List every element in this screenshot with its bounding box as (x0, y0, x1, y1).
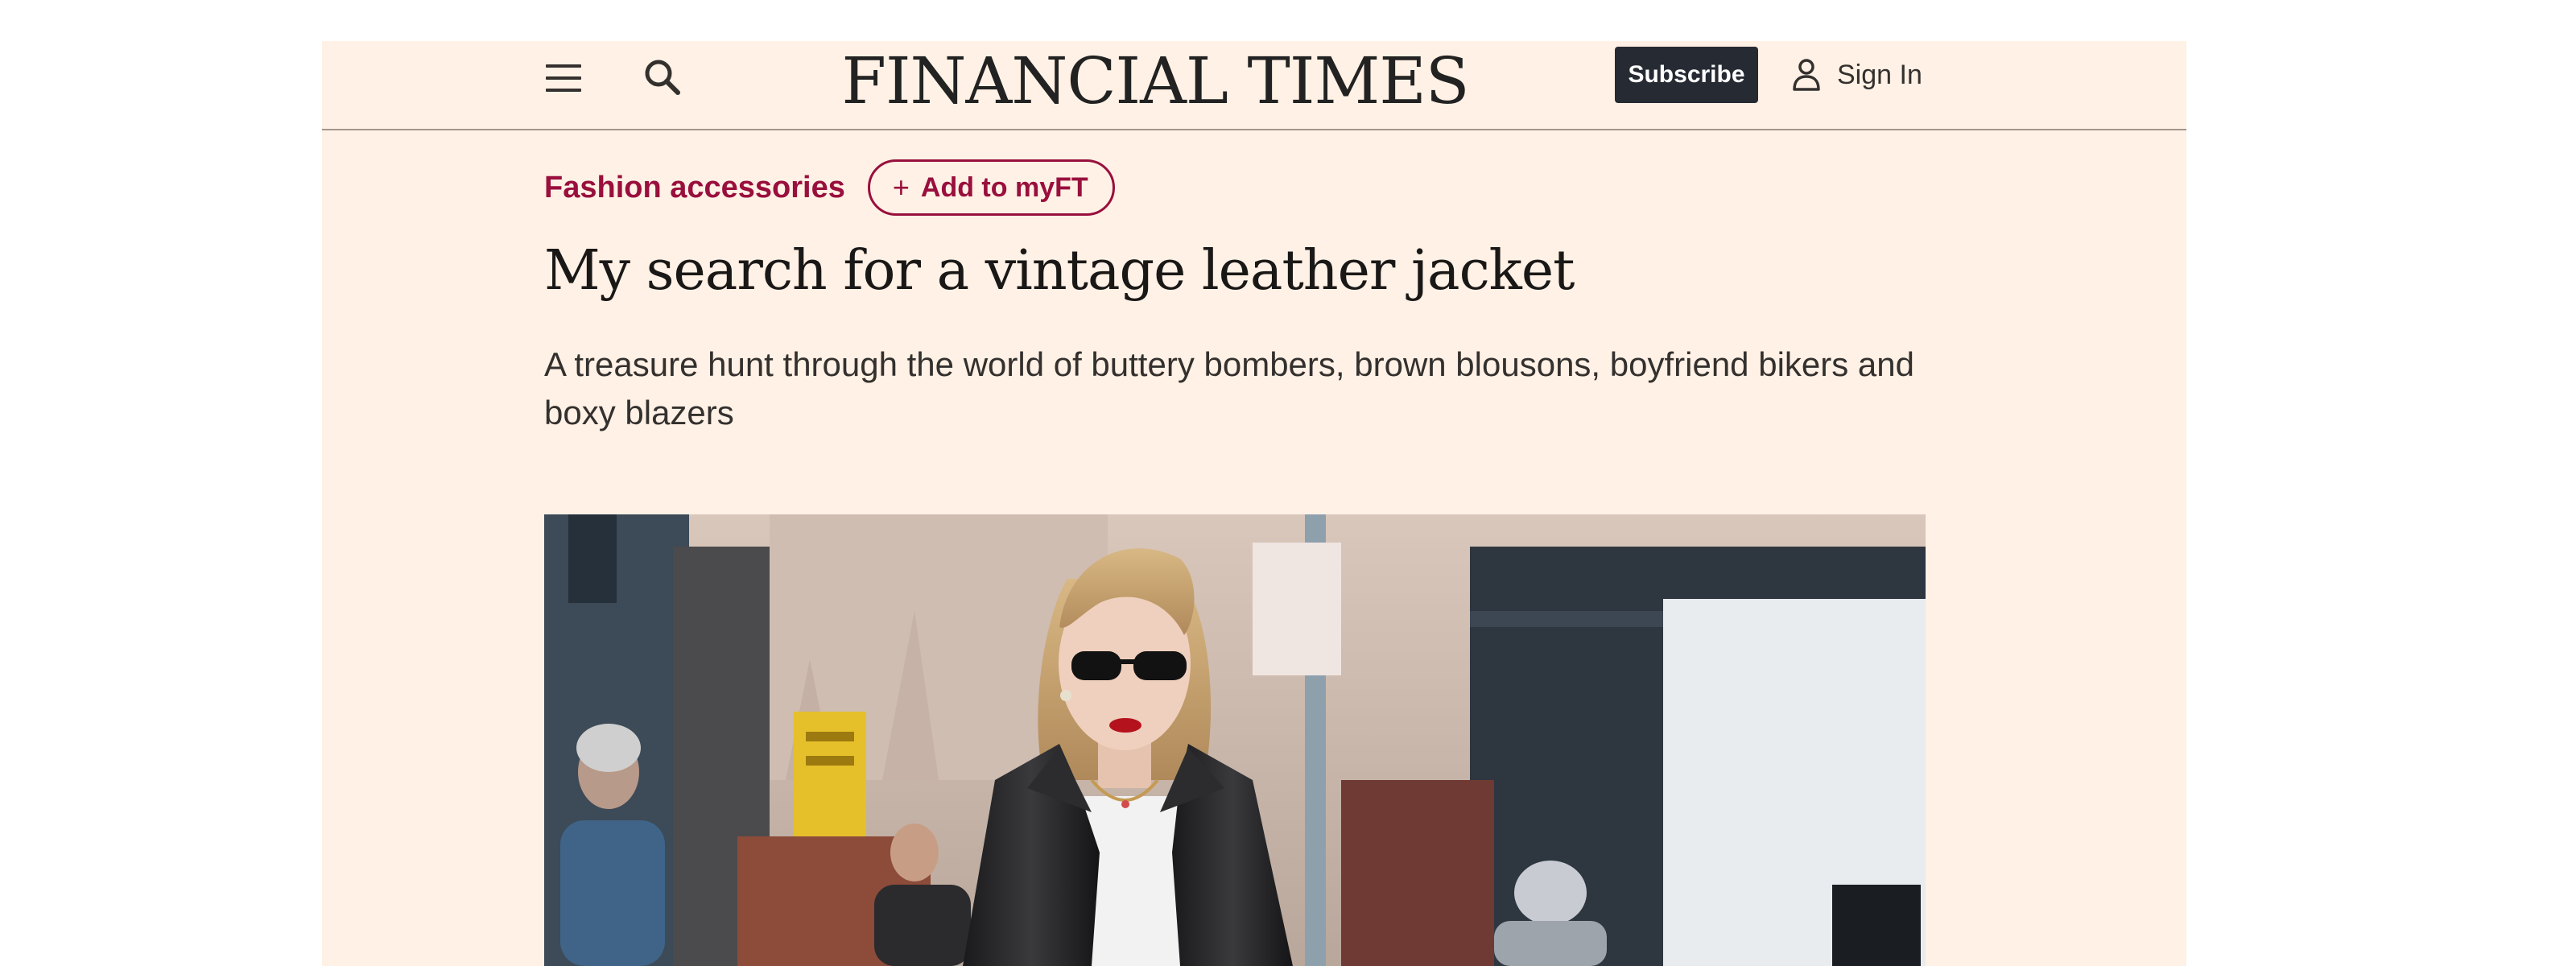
subscribe-button[interactable]: Subscribe (1615, 47, 1758, 103)
article-standfirst: A treasure hunt through the world of but… (544, 345, 1914, 431)
hero-image (544, 514, 1926, 966)
topic-row: Fashion accessories + Add to myFT (544, 158, 1115, 217)
article-headline: My search for a vintage leather jacket (544, 239, 1575, 303)
site-header: FINANCIAL TIMES Subscribe Sign In (322, 41, 2186, 130)
ft-masthead-logo[interactable]: FINANCIAL TIMES (821, 41, 1489, 122)
search-icon[interactable] (639, 54, 687, 102)
add-to-myft-label: Add to myFT (920, 171, 1088, 203)
add-to-myft-button[interactable]: + Add to myFT (867, 159, 1115, 216)
sign-in-link[interactable]: Sign In (1790, 51, 1922, 99)
user-icon (1793, 59, 1820, 91)
hamburger-menu-icon[interactable] (544, 59, 583, 97)
plus-icon: + (892, 171, 910, 204)
article-page: FINANCIAL TIMES Subscribe Sign In Fashio… (322, 41, 2186, 966)
sign-in-label: Sign In (1837, 59, 1922, 90)
topic-link-fashion-accessories[interactable]: Fashion accessories (544, 171, 845, 205)
